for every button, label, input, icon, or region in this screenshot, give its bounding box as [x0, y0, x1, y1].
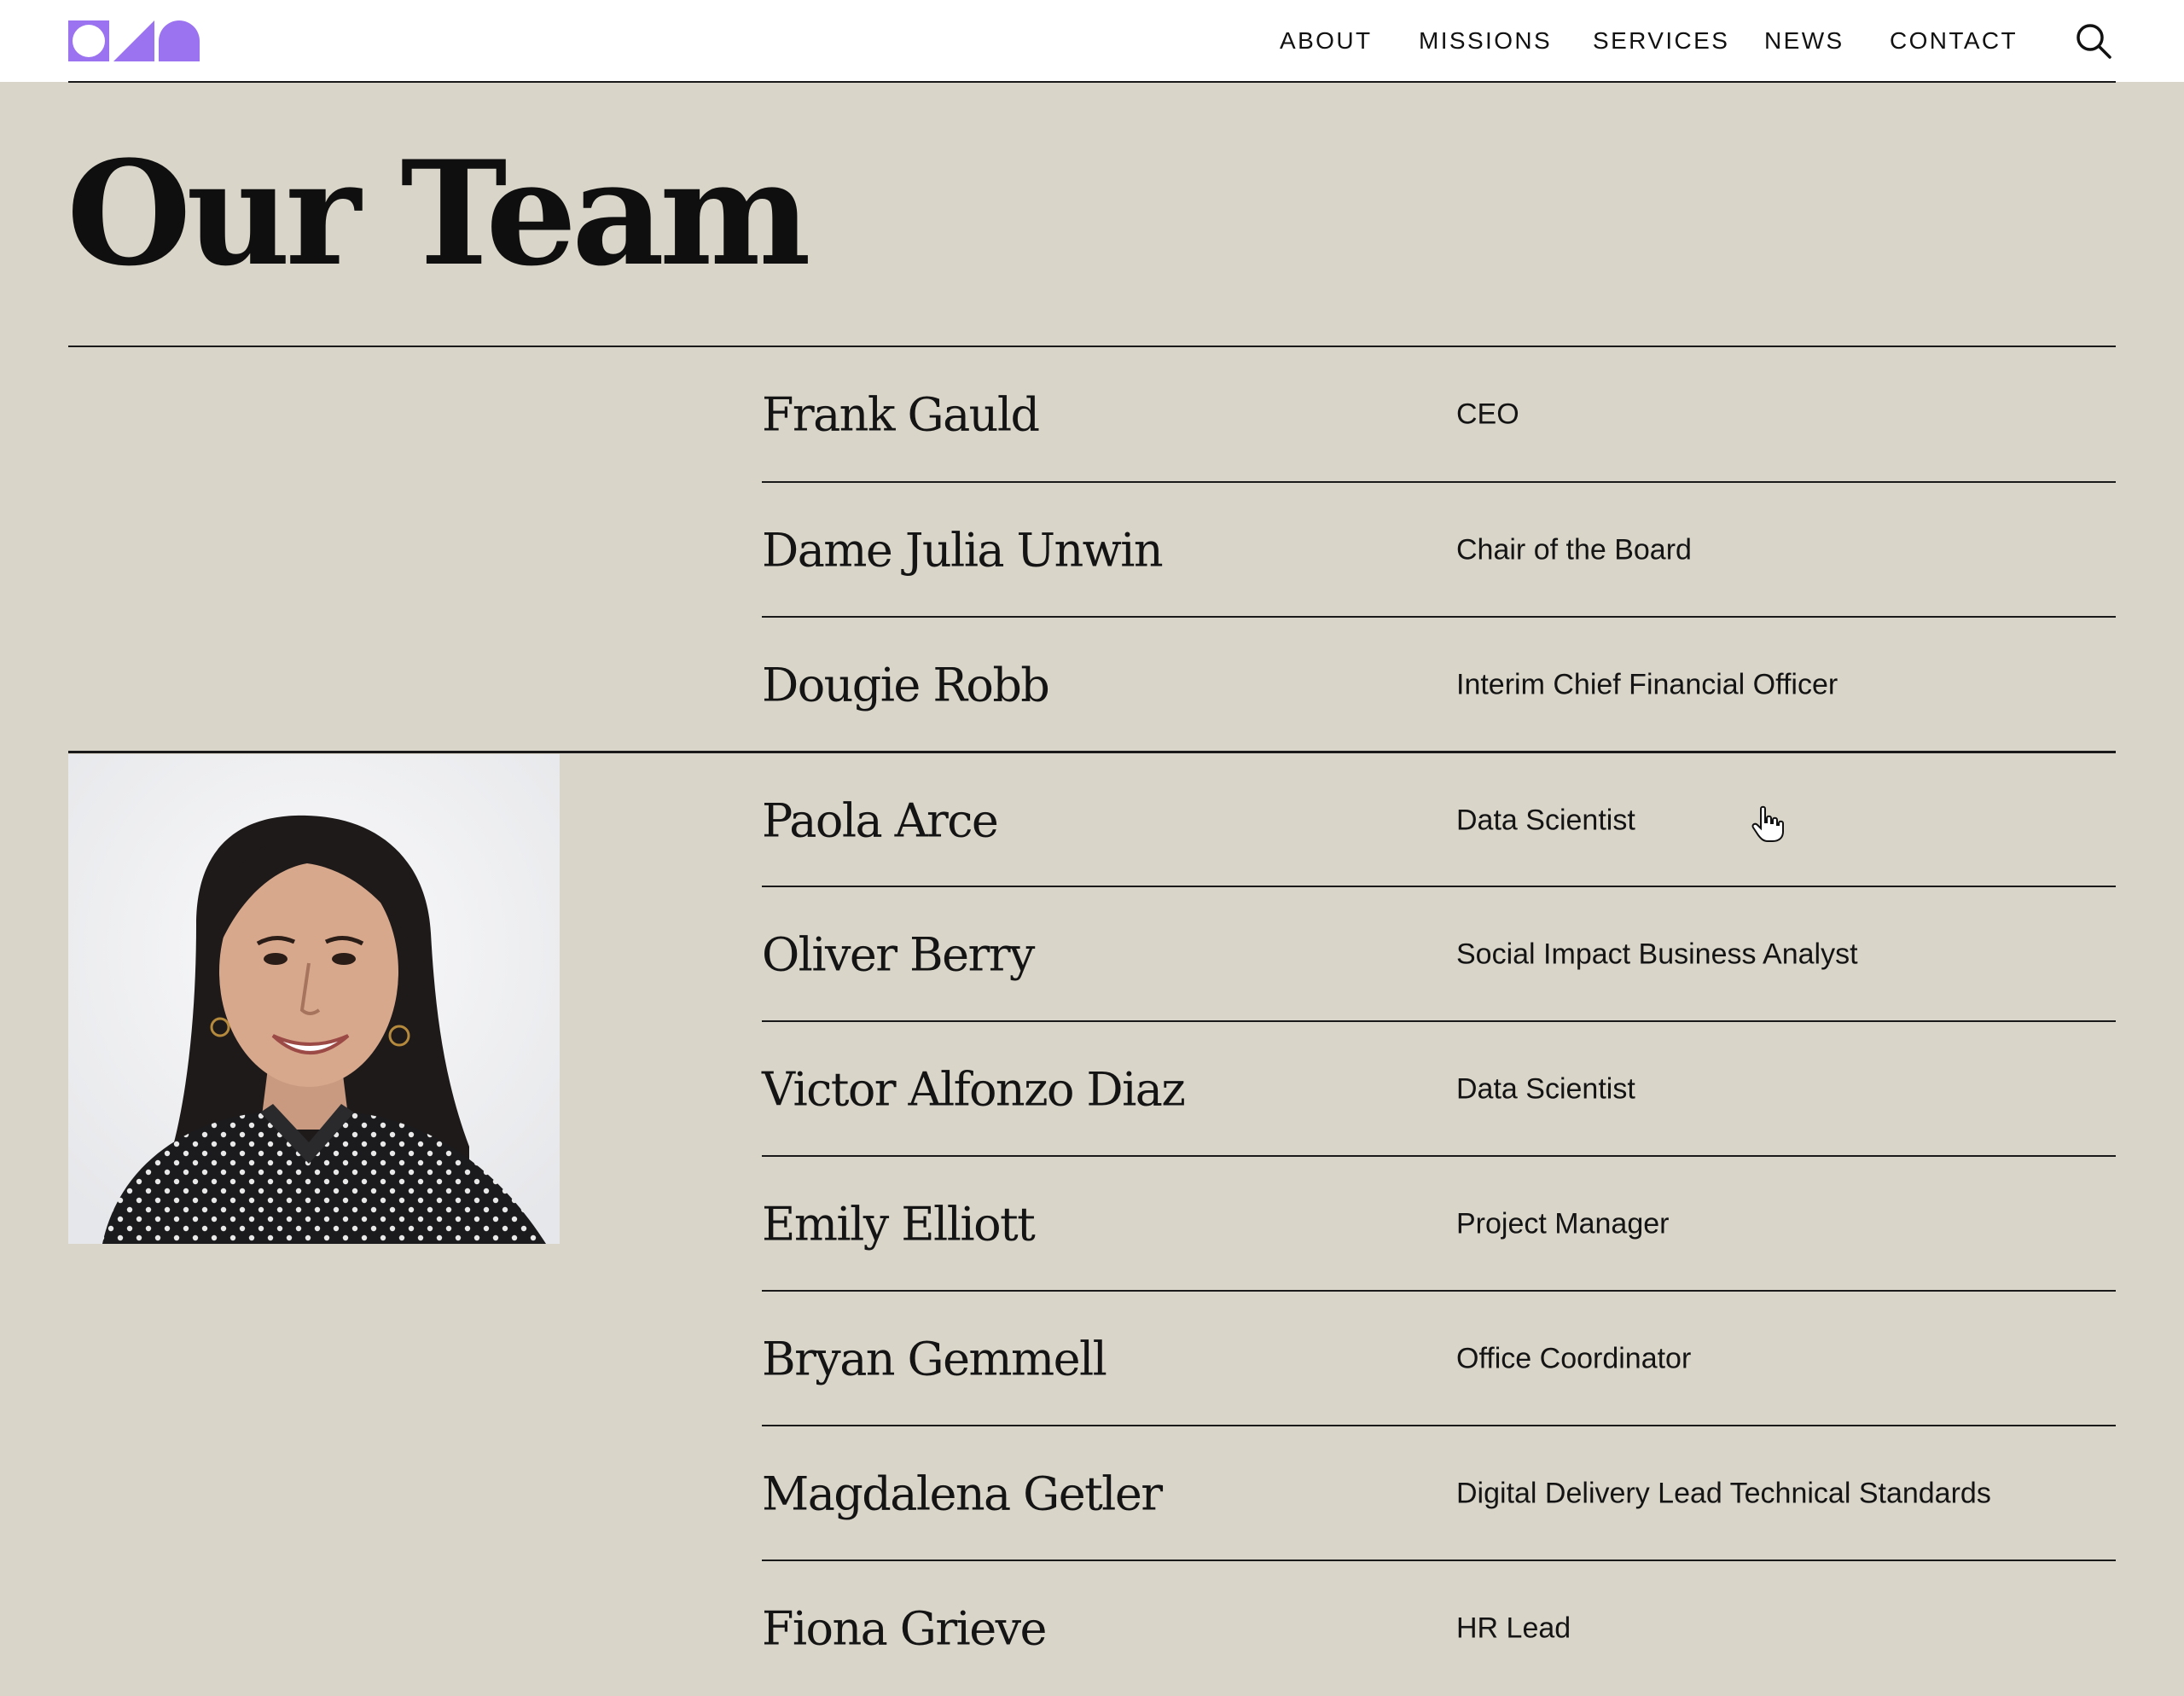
team-member-row[interactable]: Emily Elliott Project Manager: [762, 1157, 2116, 1292]
team-member-row[interactable]: Magdalena Getler Digital Delivery Lead T…: [762, 1426, 2116, 1561]
team-member-role: Interim Chief Financial Officer: [1456, 668, 1838, 701]
team-member-name: Oliver Berry: [762, 927, 1035, 982]
header-divider: [68, 81, 2116, 83]
team-member-row[interactable]: Fiona Grieve HR Lead: [762, 1561, 2116, 1696]
team-member-row[interactable]: Dame Julia Unwin Chair of the Board: [762, 483, 2116, 618]
nav-item-missions[interactable]: MISSIONS: [1419, 24, 1552, 58]
team-member-role: Data Scientist: [1456, 1072, 1635, 1106]
nav-item-contact[interactable]: CONTACT: [1890, 24, 2018, 58]
team-member-role: CEO: [1456, 398, 1519, 431]
portrait-image: [68, 754, 560, 1244]
team-member-role: HR Lead: [1456, 1612, 1571, 1645]
team-member-name: Dame Julia Unwin: [762, 523, 1164, 578]
team-member-role: Office Coordinator: [1456, 1342, 1692, 1375]
pointer-cursor-icon: [1751, 805, 1784, 842]
team-member-role: Data Scientist: [1456, 804, 1635, 837]
team-member-name: Emily Elliott: [762, 1197, 1036, 1252]
team-member-name: Bryan Gemmell: [762, 1332, 1107, 1386]
page-title: Our Team: [67, 129, 811, 298]
team-member-role: Social Impact Business Analyst: [1456, 938, 1858, 971]
team-member-name: Dougie Robb: [762, 658, 1050, 712]
team-member-row[interactable]: Dougie Robb Interim Chief Financial Offi…: [762, 618, 2116, 752]
top-navigation-bar: ABOUT MISSIONS SERVICES NEWS CONTACT: [0, 0, 2184, 82]
team-member-photo: [68, 754, 560, 1244]
nav-item-about[interactable]: ABOUT: [1280, 24, 1372, 58]
nav-item-services[interactable]: SERVICES: [1593, 24, 1729, 58]
team-member-row[interactable]: Frank Gauld CEO: [762, 347, 2116, 482]
team-member-row[interactable]: Paola Arce Data Scientist: [762, 753, 2116, 888]
brand-logo[interactable]: [68, 20, 200, 61]
team-member-row[interactable]: Victor Alfonzo Diaz Data Scientist: [762, 1022, 2116, 1157]
team-member-row[interactable]: Oliver Berry Social Impact Business Anal…: [762, 887, 2116, 1022]
team-member-row[interactable]: Bryan Gemmell Office Coordinator: [762, 1292, 2116, 1426]
team-member-name: Victor Alfonzo Diaz: [762, 1062, 1186, 1117]
team-member-role: Digital Delivery Lead Technical Standard…: [1456, 1477, 1991, 1510]
nav-item-news[interactable]: NEWS: [1764, 24, 1844, 58]
team-member-name: Magdalena Getler: [762, 1467, 1163, 1521]
team-member-role: Chair of the Board: [1456, 533, 1692, 566]
search-icon[interactable]: [2075, 22, 2112, 60]
team-member-name: Frank Gauld: [762, 387, 1040, 442]
team-member-role: Project Manager: [1456, 1207, 1670, 1240]
team-member-name: Fiona Grieve: [762, 1601, 1047, 1656]
team-member-name: Paola Arce: [762, 793, 999, 848]
